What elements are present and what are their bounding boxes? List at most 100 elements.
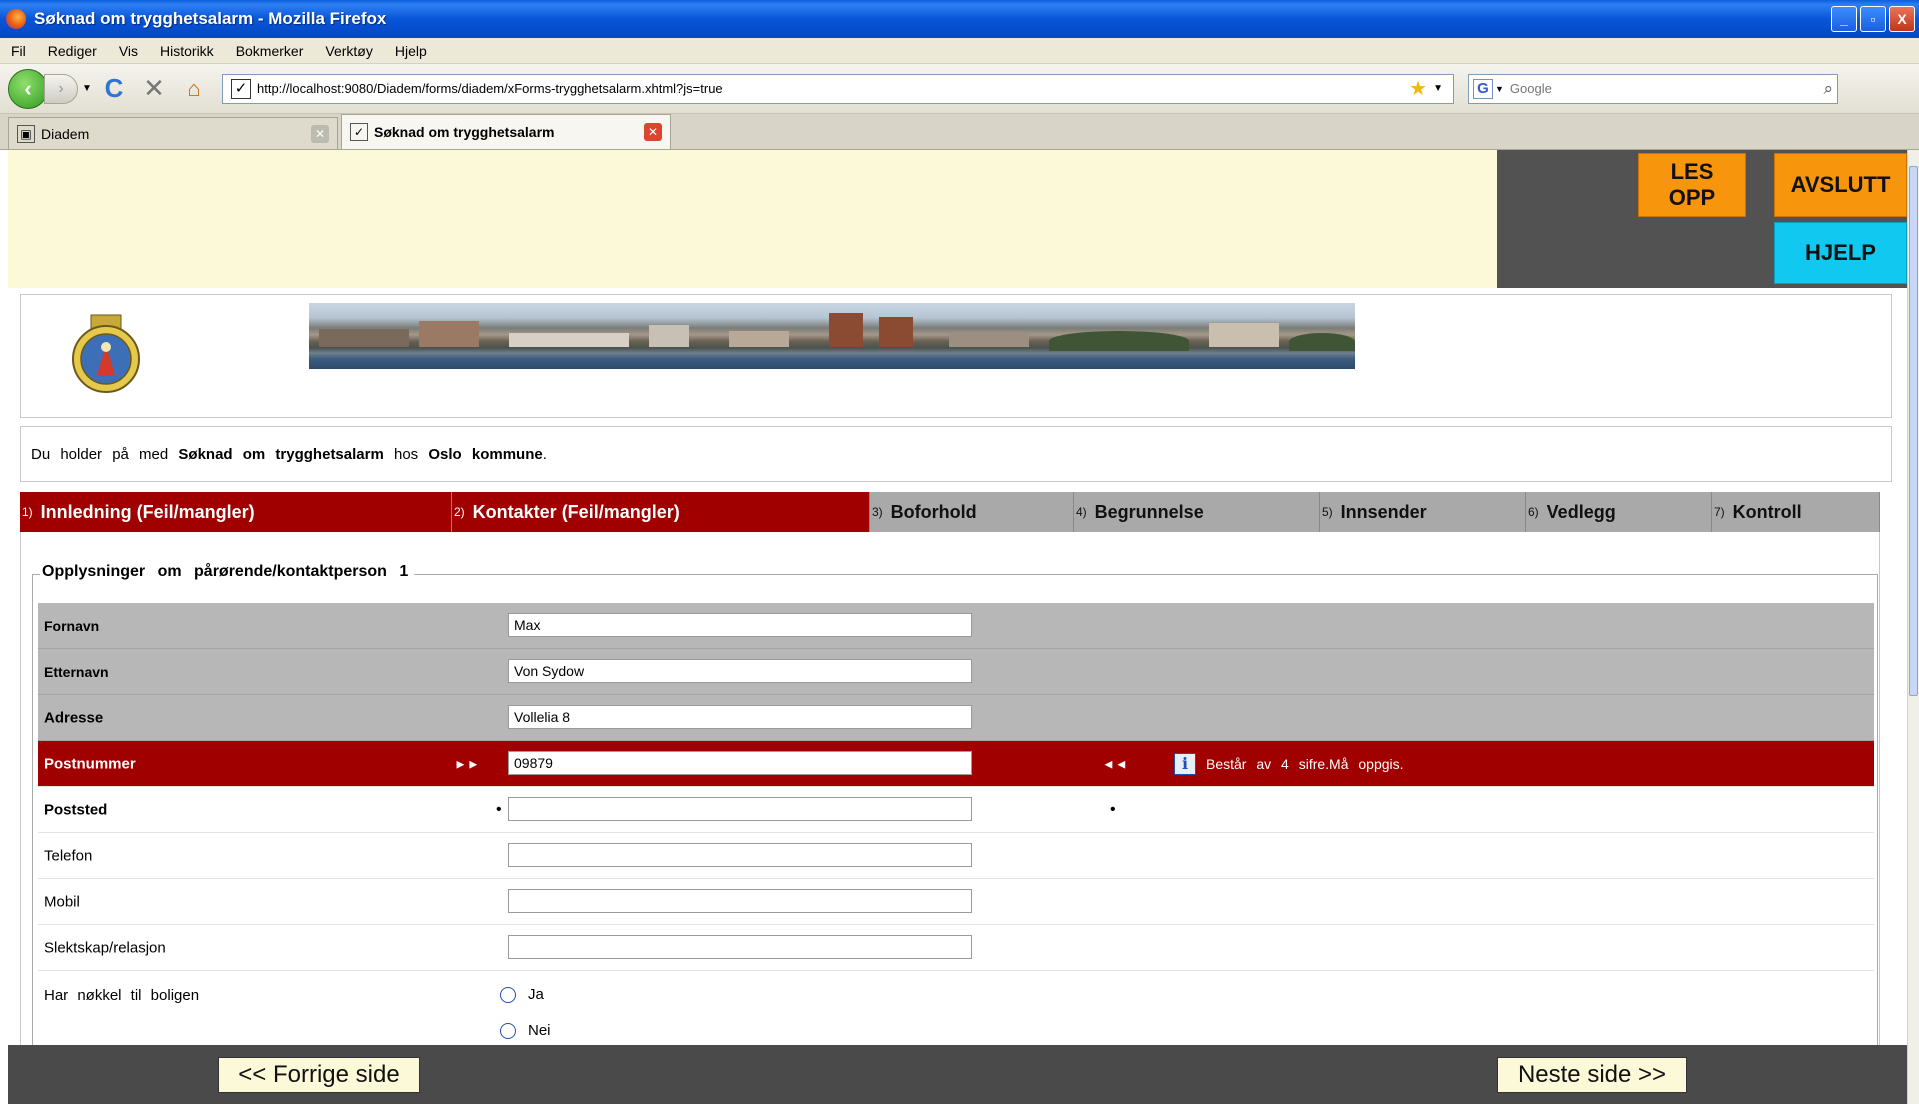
- step-number: 2): [454, 505, 465, 519]
- menu-vis[interactable]: Vis: [108, 43, 149, 59]
- nokkel-label: Har nøkkel til boligen: [44, 987, 200, 1004]
- bookmark-star-icon[interactable]: ★: [1409, 76, 1427, 101]
- menu-fil[interactable]: Fil: [0, 43, 37, 59]
- step-innsender[interactable]: 5) Innsender: [1320, 492, 1526, 532]
- vertical-scrollbar[interactable]: [1907, 150, 1919, 1104]
- fornavn-input[interactable]: [508, 613, 972, 637]
- step-begrunnelse[interactable]: 4) Begrunnelse: [1074, 492, 1320, 532]
- search-input[interactable]: [1509, 81, 1824, 96]
- radio-ja[interactable]: Ja: [500, 986, 544, 1003]
- close-window-button[interactable]: X: [1889, 6, 1915, 32]
- radio-button[interactable]: [500, 1022, 516, 1039]
- forward-button[interactable]: ›: [44, 73, 78, 104]
- minimize-button[interactable]: _: [1831, 6, 1857, 32]
- url-text[interactable]: http://localhost:9080/Diadem/forms/diade…: [257, 81, 1409, 96]
- step-vedlegg[interactable]: 6) Vedlegg: [1526, 492, 1712, 532]
- mobil-input[interactable]: [508, 889, 972, 913]
- poststed-input[interactable]: [508, 797, 972, 821]
- info-icon[interactable]: i: [1174, 753, 1196, 775]
- header-area: [8, 150, 1497, 288]
- google-engine-icon[interactable]: G: [1473, 78, 1493, 99]
- tab-diadem[interactable]: ▣ Diadem ✕: [8, 117, 338, 149]
- step-label: Boforhold: [890, 501, 977, 522]
- back-button[interactable]: ‹: [8, 68, 48, 109]
- tab-close-icon[interactable]: ✕: [311, 124, 329, 143]
- engine-dropdown-icon[interactable]: ▼: [1495, 84, 1504, 94]
- radio-button[interactable]: [500, 986, 516, 1003]
- firefox-icon: [6, 9, 26, 29]
- intro-middle: hos: [393, 445, 419, 463]
- step-number: 5): [1322, 505, 1333, 519]
- intro-prefix: Du holder på med: [31, 445, 169, 463]
- etternavn-input[interactable]: [508, 659, 972, 683]
- search-bar[interactable]: G ▼ ⌕: [1468, 73, 1838, 104]
- search-icon[interactable]: ⌕: [1823, 79, 1833, 99]
- menu-verktoy[interactable]: Verktøy: [314, 43, 383, 59]
- row-poststed: Poststed • •: [38, 787, 1874, 833]
- diadem-favicon-icon: ▣: [17, 124, 35, 143]
- error-marker-right-icon: ◄◄: [1102, 756, 1128, 771]
- reload-icon[interactable]: C: [94, 73, 134, 104]
- next-page-button[interactable]: Neste side >>: [1497, 1057, 1687, 1093]
- history-dropdown-icon[interactable]: ▼: [80, 83, 94, 94]
- radio-label: Nei: [528, 1022, 551, 1039]
- bullet-right-icon: •: [1110, 800, 1116, 818]
- intro-text: Du holder på med Søknad om trygghetsalar…: [20, 426, 1892, 482]
- row-slektskap: Slektskap/relasjon: [38, 925, 1874, 971]
- scrollbar-thumb[interactable]: [1909, 166, 1918, 696]
- adresse-label: Adresse: [44, 709, 104, 726]
- row-nokkel: Har nøkkel til boligen: [38, 971, 1874, 1045]
- url-dropdown-icon[interactable]: ▼: [1433, 83, 1443, 94]
- row-adresse: Adresse: [38, 695, 1874, 741]
- radio-nei[interactable]: Nei: [500, 1022, 551, 1039]
- tab-label: Diadem: [41, 125, 90, 142]
- url-bar[interactable]: ✓ http://localhost:9080/Diadem/forms/dia…: [222, 73, 1454, 104]
- menu-rediger[interactable]: Rediger: [37, 43, 108, 59]
- back-arrow-icon: ‹: [24, 75, 32, 101]
- checkbox-favicon-icon: ✓: [350, 123, 368, 141]
- exit-button[interactable]: AVSLUTT: [1774, 153, 1907, 217]
- home-icon[interactable]: ⌂: [174, 76, 214, 102]
- read-aloud-button[interactable]: LES OPP: [1638, 153, 1746, 217]
- poststed-label: Poststed: [44, 801, 108, 818]
- row-etternavn: Etternavn: [38, 649, 1874, 695]
- row-fornavn: Fornavn: [38, 603, 1874, 649]
- step-label: Kontroll: [1732, 501, 1802, 522]
- row-mobil: Mobil: [38, 879, 1874, 925]
- step-label: Begrunnelse: [1094, 501, 1204, 522]
- telefon-input[interactable]: [508, 843, 972, 867]
- step-kontroll[interactable]: 7) Kontroll: [1712, 492, 1880, 532]
- bullet-left-icon: •: [496, 800, 502, 818]
- previous-page-button[interactable]: << Forrige side: [218, 1057, 420, 1093]
- intro-org: Oslo kommune: [428, 445, 543, 463]
- forward-arrow-icon: ›: [58, 79, 64, 97]
- help-button[interactable]: HJELP: [1774, 222, 1907, 284]
- menu-bokmerker[interactable]: Bokmerker: [225, 43, 315, 59]
- step-boforhold[interactable]: 3) Boforhold: [870, 492, 1074, 532]
- menu-historikk[interactable]: Historikk: [149, 43, 225, 59]
- stop-icon[interactable]: ✕: [134, 73, 174, 104]
- adresse-input[interactable]: [508, 705, 972, 729]
- slektskap-input[interactable]: [508, 935, 972, 959]
- radio-label: Ja: [528, 986, 544, 1003]
- step-number: 3): [872, 505, 883, 519]
- oslo-panorama-image: [309, 303, 1355, 369]
- step-navigation: 1) Innledning (Feil/mangler) 2) Kontakte…: [20, 492, 1880, 532]
- step-number: 6): [1528, 505, 1539, 519]
- step-number: 7): [1714, 505, 1725, 519]
- intro-form-name: Søknad om trygghetsalarm: [178, 445, 384, 463]
- window-controls: _ ▫ X: [1831, 6, 1915, 32]
- row-telefon: Telefon: [38, 833, 1874, 879]
- tab-close-icon[interactable]: ✕: [644, 123, 662, 141]
- window-titlebar: Søknad om trygghetsalarm - Mozilla Firef…: [0, 0, 1919, 38]
- step-kontakter[interactable]: 2) Kontakter (Feil/mangler): [452, 492, 870, 532]
- tab-label: Søknad om trygghetsalarm: [374, 124, 555, 140]
- postnummer-input[interactable]: [508, 751, 972, 775]
- tab-soknad[interactable]: ✓ Søknad om trygghetsalarm ✕: [341, 114, 671, 149]
- error-marker-left-icon: ►►: [454, 756, 480, 771]
- menu-hjelp[interactable]: Hjelp: [384, 43, 438, 59]
- maximize-button[interactable]: ▫: [1860, 6, 1886, 32]
- step-innledning[interactable]: 1) Innledning (Feil/mangler): [20, 492, 452, 532]
- postnummer-error-message: Består av 4 sifre.Må oppgis.: [1206, 755, 1404, 772]
- step-number: 1): [22, 505, 33, 519]
